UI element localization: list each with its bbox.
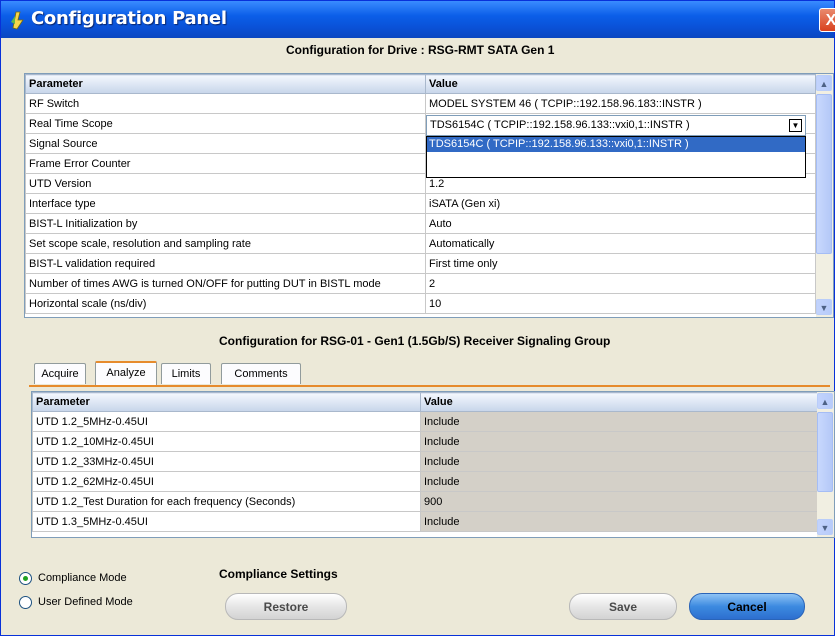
table-row[interactable]: Interface type iSATA (Gen xi) — [25, 193, 816, 214]
scroll-up-icon[interactable]: ▲ — [817, 393, 833, 409]
tab-analyze[interactable]: Analyze — [95, 361, 157, 386]
table-row[interactable]: UTD 1.2_62MHz-0.45UI Include — [32, 471, 818, 492]
table-row[interactable]: UTD 1.2_Test Duration for each frequency… — [32, 491, 818, 512]
compliance-settings-label: Compliance Settings — [219, 567, 338, 581]
table-row[interactable]: Set scope scale, resolution and sampling… — [25, 233, 816, 254]
title-bar[interactable]: Configuration Panel X — [1, 1, 835, 38]
value-cell[interactable]: 10 — [425, 293, 816, 314]
chevron-down-icon[interactable]: ▼ — [789, 119, 802, 132]
value-column-header: Value — [420, 392, 818, 412]
table-row[interactable]: RF Switch MODEL SYSTEM 46 ( TCPIP::192.15… — [25, 93, 816, 114]
drive-config-grid: Parameter Value RF Switch MODEL SYSTEM 46… — [24, 73, 834, 318]
parameter-cell: BIST-L validation required — [25, 253, 426, 274]
cancel-button[interactable]: Cancel — [689, 593, 805, 620]
real-time-scope-dropdown[interactable]: TDS6154C ( TCPIP::192.158.96.133::vxi0,1… — [426, 136, 806, 178]
analyze-tab-panel: Parameter Value UTD 1.2_5MHz-0.45UI Inclu… — [29, 385, 835, 541]
restore-button[interactable]: Restore — [225, 593, 347, 620]
real-time-scope-value: TDS6154C ( TCPIP::192.158.96.133::vxi0,1… — [430, 119, 690, 131]
table-row[interactable]: UTD 1.2_33MHz-0.45UI Include — [32, 451, 818, 472]
parameter-cell: RF Switch — [25, 93, 426, 114]
parameter-cell: UTD Version — [25, 173, 426, 194]
parameter-cell: Signal Source — [25, 133, 426, 154]
scroll-thumb[interactable] — [816, 94, 832, 254]
drive-config-title: Configuration for Drive : RSG-RMT SATA G… — [286, 43, 555, 57]
compliance-mode-radio[interactable] — [19, 572, 32, 585]
value-cell[interactable]: First time only — [425, 253, 816, 274]
table-row[interactable]: BIST-L validation required First time onl… — [25, 253, 816, 274]
grid-header-row: Parameter Value — [32, 392, 818, 412]
value-cell[interactable]: Auto — [425, 213, 816, 234]
parameter-cell: UTD 1.2_Test Duration for each frequency… — [32, 491, 421, 512]
parameter-cell: Real Time Scope — [25, 113, 426, 134]
scroll-down-icon[interactable]: ▼ — [816, 299, 832, 315]
parameter-cell: UTD 1.2_10MHz-0.45UI — [32, 431, 421, 452]
user-defined-mode-label[interactable]: User Defined Mode — [38, 596, 133, 608]
parameter-cell: BIST-L Initialization by — [25, 213, 426, 234]
value-cell[interactable]: Include — [420, 431, 818, 452]
parameter-cell: UTD 1.2_62MHz-0.45UI — [32, 471, 421, 492]
value-cell[interactable]: Include — [420, 411, 818, 432]
configuration-panel-window: Configuration Panel X Configuration for … — [0, 0, 835, 636]
table-row[interactable]: UTD 1.2_5MHz-0.45UI Include — [32, 411, 818, 432]
tab-comments[interactable]: Comments — [221, 363, 301, 384]
value-cell[interactable]: Include — [420, 471, 818, 492]
close-button[interactable]: X — [819, 8, 835, 32]
value-cell[interactable]: 2 — [425, 273, 816, 294]
value-cell[interactable]: iSATA (Gen xi) — [425, 193, 816, 214]
dropdown-option[interactable]: TDS6154C ( TCPIP::192.158.96.133::vxi0,1… — [427, 137, 805, 152]
table-row[interactable]: Number of times AWG is turned ON/OFF for… — [25, 273, 816, 294]
parameter-cell: Number of times AWG is turned ON/OFF for… — [25, 273, 426, 294]
table-row[interactable]: BIST-L Initialization by Auto — [25, 213, 816, 234]
parameter-cell: UTD 1.2_33MHz-0.45UI — [32, 451, 421, 472]
analyze-grid: Parameter Value UTD 1.2_5MHz-0.45UI Inclu… — [31, 391, 835, 538]
parameter-cell: UTD 1.3_5MHz-0.45UI — [32, 511, 421, 532]
parameter-column-header: Parameter — [32, 392, 421, 412]
real-time-scope-select[interactable]: TDS6154C ( TCPIP::192.158.96.133::vxi0,1… — [426, 115, 806, 136]
value-cell[interactable]: MODEL SYSTEM 46 ( TCPIP::192.158.96.183:… — [425, 93, 816, 114]
user-defined-mode-radio[interactable] — [19, 596, 32, 609]
value-column-header: Value — [425, 74, 816, 94]
analyze-scrollbar[interactable]: ▲ ▼ — [817, 392, 834, 537]
scroll-thumb[interactable] — [817, 412, 833, 492]
parameter-cell: Frame Error Counter — [25, 153, 426, 174]
value-cell[interactable]: Include — [420, 451, 818, 472]
signal-group-config-title: Configuration for RSG-01 - Gen1 (1.5Gb/S… — [219, 334, 611, 348]
value-cell[interactable]: Include — [420, 511, 818, 532]
parameter-cell: Horizontal scale (ns/div) — [25, 293, 426, 314]
tab-acquire[interactable]: Acquire — [34, 363, 86, 384]
tab-limits[interactable]: Limits — [161, 363, 211, 384]
drive-config-scrollbar[interactable]: ▲ ▼ — [816, 74, 833, 317]
app-logo-icon — [11, 11, 24, 30]
parameter-cell: Set scope scale, resolution and sampling… — [25, 233, 426, 254]
table-row[interactable]: Horizontal scale (ns/div) 10 — [25, 293, 816, 314]
parameter-column-header: Parameter — [25, 74, 426, 94]
save-button[interactable]: Save — [569, 593, 677, 620]
value-cell[interactable]: Automatically — [425, 233, 816, 254]
grid-header-row: Parameter Value — [25, 74, 816, 94]
scroll-down-icon[interactable]: ▼ — [817, 519, 833, 535]
parameter-cell: Interface type — [25, 193, 426, 214]
parameter-cell: UTD 1.2_5MHz-0.45UI — [32, 411, 421, 432]
table-row[interactable]: UTD 1.3_5MHz-0.45UI Include — [32, 511, 818, 532]
value-cell[interactable]: 900 — [420, 491, 818, 512]
radio-selected-dot — [23, 576, 28, 581]
window-title: Configuration Panel — [31, 8, 227, 29]
compliance-mode-label[interactable]: Compliance Mode — [38, 572, 127, 584]
scroll-up-icon[interactable]: ▲ — [816, 75, 832, 91]
table-row[interactable]: UTD 1.2_10MHz-0.45UI Include — [32, 431, 818, 452]
